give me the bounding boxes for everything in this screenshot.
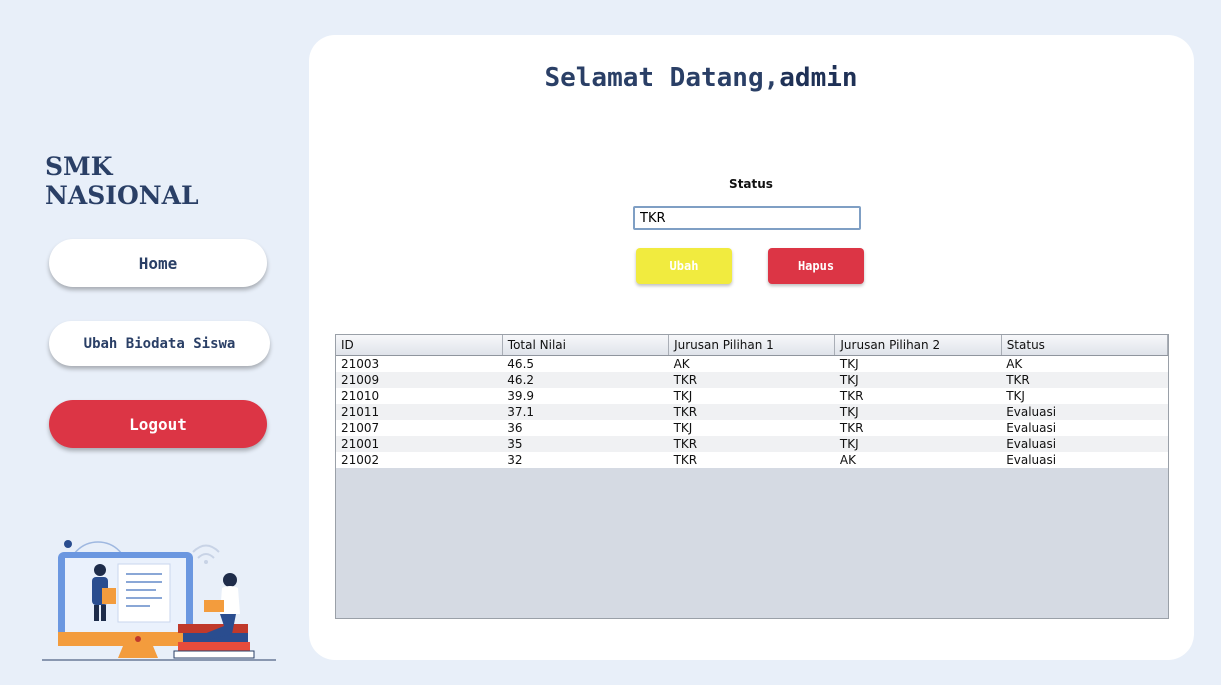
column-header-status[interactable]: Status bbox=[1001, 335, 1168, 356]
table-header-row: ID Total Nilai Jurusan Pilihan 1 Jurusan… bbox=[336, 335, 1168, 356]
cell-jurusan-2: TKJ bbox=[834, 371, 1002, 388]
ubah-button[interactable]: Ubah bbox=[636, 248, 732, 284]
cell-id: 21007 bbox=[336, 419, 503, 436]
cell-total-nilai: 37.1 bbox=[502, 403, 669, 420]
table-row[interactable]: 21002 32 TKR AK Evaluasi bbox=[336, 451, 1168, 468]
data-table-container: ID Total Nilai Jurusan Pilihan 1 Jurusan… bbox=[335, 334, 1169, 619]
cell-jurusan-1: TKJ bbox=[668, 387, 835, 404]
table-row[interactable]: 21001 35 TKR TKJ Evaluasi bbox=[336, 435, 1168, 452]
cell-jurusan-1: TKR bbox=[668, 435, 835, 452]
cell-id: 21003 bbox=[336, 355, 503, 372]
table-row[interactable]: 21003 46.5 AK TKJ AK bbox=[336, 355, 1168, 372]
cell-total-nilai: 35 bbox=[502, 435, 669, 452]
table-row[interactable]: 21007 36 TKJ TKR Evaluasi bbox=[336, 419, 1168, 436]
main-panel: Selamat Datang,admin Status Ubah Hapus I… bbox=[309, 35, 1194, 660]
cell-status: Evaluasi bbox=[1001, 451, 1168, 468]
logout-button[interactable]: Logout bbox=[49, 400, 267, 448]
cell-status: Evaluasi bbox=[1001, 435, 1168, 452]
column-header-id[interactable]: ID bbox=[336, 335, 503, 356]
table-row[interactable]: 21009 46.2 TKR TKJ TKR bbox=[336, 371, 1168, 388]
cell-id: 21001 bbox=[336, 435, 503, 452]
column-header-total-nilai[interactable]: Total Nilai bbox=[502, 335, 670, 356]
cell-jurusan-2: TKJ bbox=[834, 403, 1002, 420]
welcome-heading: Selamat Datang,admin bbox=[309, 63, 1093, 93]
cell-jurusan-1: TKR bbox=[668, 403, 835, 420]
cell-status: AK bbox=[1001, 355, 1168, 372]
cell-total-nilai: 46.5 bbox=[502, 355, 669, 372]
cell-total-nilai: 32 bbox=[502, 451, 669, 468]
home-button[interactable]: Home bbox=[49, 239, 267, 287]
cell-status: Evaluasi bbox=[1001, 403, 1168, 420]
cell-total-nilai: 36 bbox=[502, 419, 669, 436]
table-row[interactable]: 21010 39.9 TKJ TKR TKJ bbox=[336, 387, 1168, 404]
cell-status: TKR bbox=[1001, 371, 1168, 388]
cell-total-nilai: 39.9 bbox=[502, 387, 669, 404]
cell-total-nilai: 46.2 bbox=[502, 371, 669, 388]
computer-learning-illustration bbox=[42, 540, 276, 661]
ubah-biodata-button[interactable]: Ubah Biodata Siswa bbox=[49, 321, 270, 366]
column-header-jurusan-1[interactable]: Jurusan Pilihan 1 bbox=[668, 335, 836, 356]
cell-jurusan-1: TKR bbox=[668, 451, 835, 468]
cell-status: Evaluasi bbox=[1001, 419, 1168, 436]
status-label: Status bbox=[729, 177, 773, 191]
hapus-button[interactable]: Hapus bbox=[768, 248, 864, 284]
cell-jurusan-2: TKJ bbox=[834, 435, 1002, 452]
cell-jurusan-2: TKR bbox=[834, 387, 1002, 404]
data-table[interactable]: ID Total Nilai Jurusan Pilihan 1 Jurusan… bbox=[336, 335, 1168, 468]
school-brand: SMK NASIONAL bbox=[45, 152, 199, 210]
cell-id: 21010 bbox=[336, 387, 503, 404]
cell-id: 21009 bbox=[336, 371, 503, 388]
column-header-jurusan-2[interactable]: Jurusan Pilihan 2 bbox=[834, 335, 1002, 356]
username: admin bbox=[779, 63, 858, 93]
cell-jurusan-1: TKR bbox=[668, 371, 835, 388]
status-input[interactable] bbox=[633, 206, 861, 230]
cell-jurusan-1: TKJ bbox=[668, 419, 835, 436]
cell-id: 21002 bbox=[336, 451, 503, 468]
cell-jurusan-2: TKJ bbox=[834, 355, 1002, 372]
cell-jurusan-1: AK bbox=[668, 355, 835, 372]
welcome-prefix: Selamat Datang, bbox=[544, 63, 780, 93]
table-row[interactable]: 21011 37.1 TKR TKJ Evaluasi bbox=[336, 403, 1168, 420]
cell-jurusan-2: TKR bbox=[834, 419, 1002, 436]
cell-jurusan-2: AK bbox=[834, 451, 1002, 468]
cell-status: TKJ bbox=[1001, 387, 1168, 404]
cell-id: 21011 bbox=[336, 403, 503, 420]
